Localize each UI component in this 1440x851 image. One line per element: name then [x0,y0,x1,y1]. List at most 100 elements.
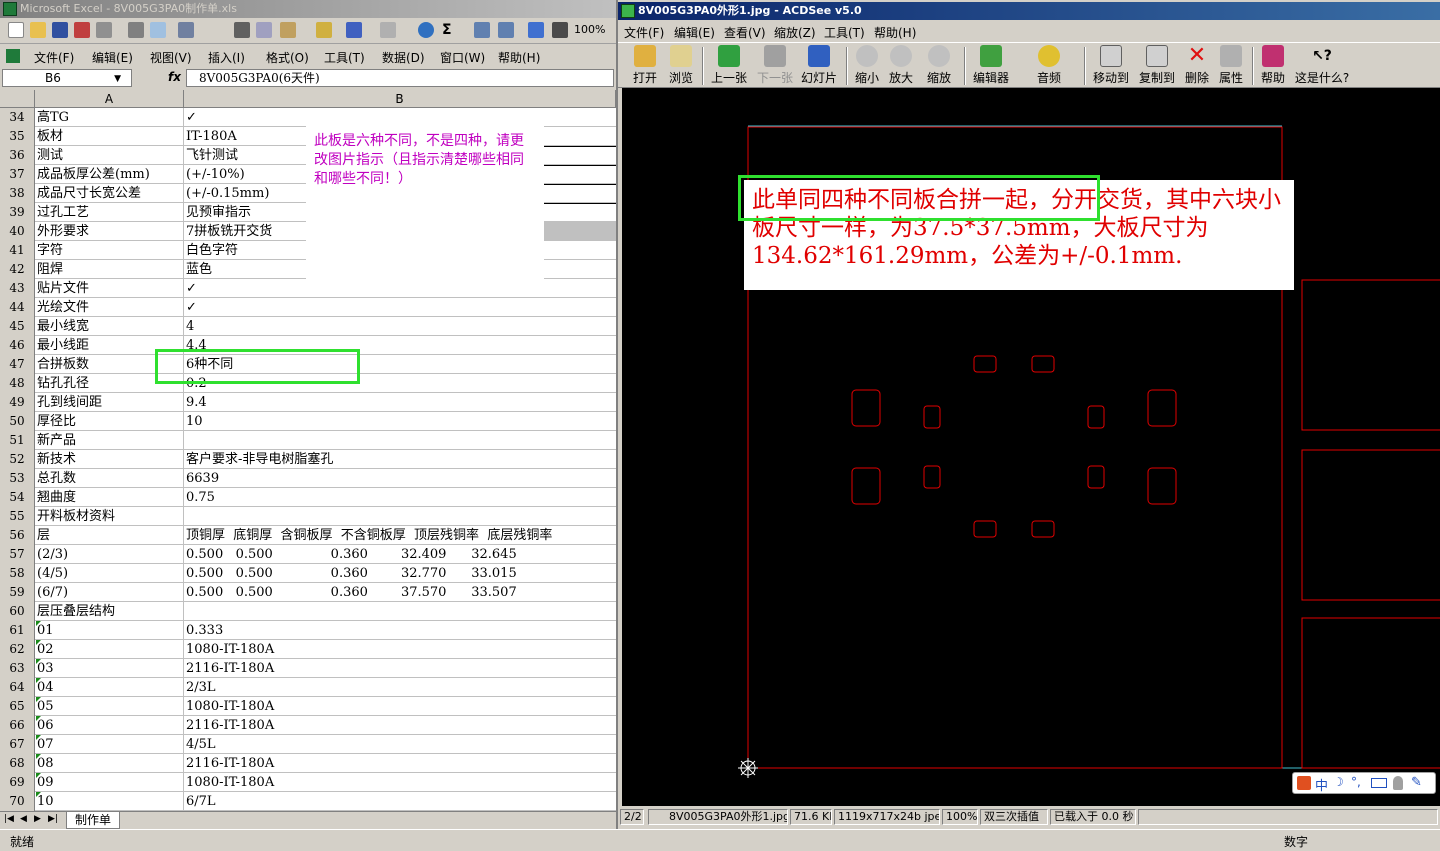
punctuation-icon[interactable]: °, [1351,775,1361,789]
cell-a[interactable]: 成品板厚公差(mm) [35,165,184,184]
row-header[interactable]: 40 [0,222,35,241]
menu-tools[interactable]: 工具(T) [324,49,365,66]
row-header[interactable]: 55 [0,507,35,526]
row-header[interactable]: 62 [0,640,35,659]
moon-icon[interactable]: ☽ [1333,775,1344,789]
cell-b[interactable]: 0.333 [184,621,616,640]
sheet-tab[interactable]: 制作单 [66,812,120,829]
cell-a[interactable]: 板材 [35,127,184,146]
excel-title-bar[interactable]: Microsoft Excel - 8V005G3PA0制作单.xls [0,0,616,18]
cell-b[interactable]: 0.500 0.500 0.360 32.770 33.015 [184,564,616,583]
row-header[interactable]: 68 [0,754,35,773]
cell-a[interactable]: 06 [35,716,184,735]
cell-a[interactable]: 09 [35,773,184,792]
row-header[interactable]: 36 [0,146,35,165]
move-to-button[interactable]: 移动到 [1090,45,1132,86]
row-header[interactable]: 70 [0,792,35,811]
audio-button[interactable]: 音频 [1032,45,1066,86]
spelling-icon[interactable] [150,22,166,38]
row-header[interactable]: 44 [0,298,35,317]
properties-button[interactable]: 属性 [1216,45,1246,86]
cell-b[interactable]: 6639 [184,469,616,488]
menu-insert[interactable]: 插入(I) [208,49,245,66]
help-button[interactable]: 帮助 [1258,45,1288,86]
zoom-out-button[interactable]: 缩小 [852,45,882,86]
cell-b[interactable] [184,507,616,526]
cell-b[interactable]: 2116-IT-180A [184,754,616,773]
save-icon[interactable] [52,22,68,38]
cell-a[interactable]: 总孔数 [35,469,184,488]
hyperlink-icon[interactable] [418,22,434,38]
cell-a[interactable]: 成品尺寸长宽公差 [35,184,184,203]
cell-b[interactable]: 1080-IT-180A [184,773,616,792]
sort-ascending-icon[interactable] [474,22,490,38]
cell-a[interactable]: 翘曲度 [35,488,184,507]
row-header[interactable]: 43 [0,279,35,298]
row-header[interactable]: 41 [0,241,35,260]
row-header[interactable]: 58 [0,564,35,583]
chevron-down-icon[interactable]: ▼ [114,71,121,87]
menu-file[interactable]: 文件(F) [34,49,74,66]
last-sheet-icon[interactable]: ▶| [48,814,58,824]
sort-descending-icon[interactable] [498,22,514,38]
zoom-in-button[interactable]: 放大 [886,45,916,86]
column-header-a[interactable]: A [35,90,184,108]
redo-icon[interactable] [380,22,396,38]
row-header[interactable]: 61 [0,621,35,640]
cell-a[interactable]: 厚径比 [35,412,184,431]
row-header[interactable]: 51 [0,431,35,450]
row-header[interactable]: 60 [0,602,35,621]
acd-menu-view[interactable]: 查看(V) [724,24,766,41]
row-header[interactable]: 64 [0,678,35,697]
cell-b[interactable] [184,602,616,621]
acd-menu-zoom[interactable]: 缩放(Z) [774,24,816,41]
menu-edit[interactable]: 编辑(E) [92,49,133,66]
cell-b[interactable]: ✓ [184,279,616,298]
cell-a[interactable]: 最小线宽 [35,317,184,336]
row-header[interactable]: 53 [0,469,35,488]
cell-a[interactable]: 外形要求 [35,222,184,241]
row-header[interactable]: 37 [0,165,35,184]
cell-b[interactable] [184,431,616,450]
cell-a[interactable]: 高TG [35,108,184,127]
whats-this-button[interactable]: ↖? 这是什么? [1294,45,1350,86]
cell-a[interactable]: (4/5) [35,564,184,583]
cell-b[interactable]: 顶铜厚 底铜厚 含铜板厚 不含铜板厚 顶层残铜率 底层残铜率 [184,526,616,545]
first-sheet-icon[interactable]: |◀ [4,814,14,824]
formula-bar[interactable]: 8V005G3PA0(6天件) [186,69,614,87]
row-header[interactable]: 66 [0,716,35,735]
row-header[interactable]: 69 [0,773,35,792]
row-header[interactable]: 67 [0,735,35,754]
previous-button[interactable]: 上一张 [706,45,752,86]
cell-a[interactable]: 开料板材资料 [35,507,184,526]
acdsee-title-bar[interactable]: 8V005G3PA0外形1.jpg - ACDSee v5.0 [618,2,1440,20]
research-icon[interactable] [178,22,194,38]
slideshow-button[interactable]: 幻灯片 [798,45,840,86]
row-header[interactable]: 59 [0,583,35,602]
next-button[interactable]: 下一张 [752,45,798,86]
cell-b[interactable]: 1080-IT-180A [184,640,616,659]
cell-a[interactable]: 新产品 [35,431,184,450]
row-header[interactable]: 50 [0,412,35,431]
row-header[interactable]: 49 [0,393,35,412]
paste-icon[interactable] [280,22,296,38]
editor-button[interactable]: 编辑器 [970,45,1012,86]
cell-a[interactable]: 05 [35,697,184,716]
acd-menu-file[interactable]: 文件(F) [624,24,664,41]
cell-b[interactable]: 9.4 [184,393,616,412]
row-header[interactable]: 45 [0,317,35,336]
ime-mode-label[interactable]: 中 [1315,775,1328,794]
print-icon[interactable] [128,22,144,38]
browse-button[interactable]: 浏览 [664,45,698,86]
acd-menu-tools[interactable]: 工具(T) [824,24,865,41]
permission-icon[interactable] [74,22,90,38]
prev-sheet-icon[interactable]: ◀ [20,814,27,824]
undo-icon[interactable] [346,22,362,38]
cell-a[interactable]: 阻焊 [35,260,184,279]
cell-a[interactable]: 08 [35,754,184,773]
row-header[interactable]: 52 [0,450,35,469]
row-header[interactable]: 65 [0,697,35,716]
next-sheet-icon[interactable]: ▶ [34,814,41,824]
zoom-button[interactable]: 缩放 [922,45,956,86]
open-button[interactable]: 打开 [628,45,662,86]
